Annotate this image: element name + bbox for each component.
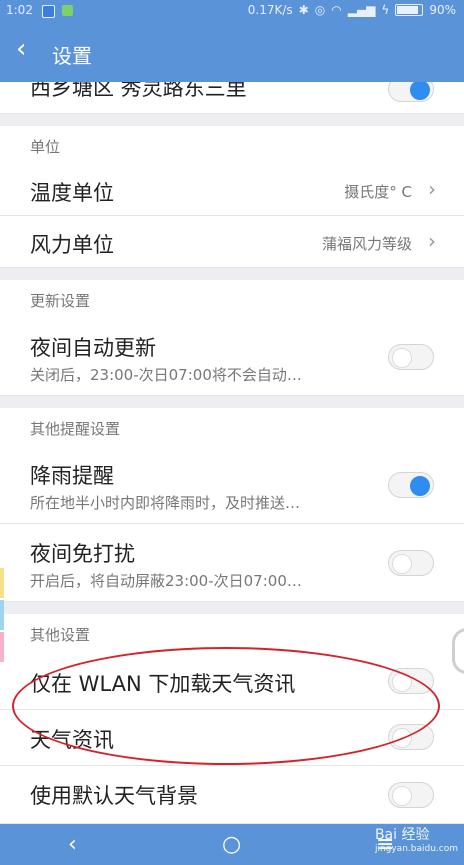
weather-news-toggle[interactable] [388,724,434,750]
rain-alert-toggle[interactable] [388,472,434,498]
weather-news-row[interactable]: 天气资讯 [0,710,464,766]
dnd-toggle[interactable] [388,550,434,576]
section-header-update: 更新设置 [0,280,464,318]
wind-unit-title: 风力单位 [30,233,114,257]
battery-icon [395,4,424,16]
chevron-right-icon: › [428,177,436,201]
rain-alert-subtitle: 所在地半小时内即将降雨时，及时推送… [30,494,301,512]
battery-percent: 90% [429,3,456,17]
watermark-url: jingyan.baidu.com [374,844,458,854]
default-bg-title: 使用默认天气背景 [30,784,198,808]
wind-unit-value: 蒲福风力等级 [321,235,412,253]
wlan-only-title: 仅在 WLAN 下加载天气资讯 [30,672,296,696]
wechat-icon [62,5,73,16]
night-update-toggle[interactable] [388,344,434,370]
bluetooth-icon: ✱ [298,3,309,17]
default-bg-toggle[interactable] [388,782,434,808]
charging-icon: ϟ [381,3,390,17]
section-header: 其他设置 [30,626,91,644]
dnd-row[interactable]: 夜间免打扰 开启后，将自动屏蔽23:00-次日07:00… [0,524,464,602]
nav-back-icon[interactable]: ‹ [68,832,77,857]
default-bg-row[interactable]: 使用默认天气背景 [0,766,464,824]
section-header: 其他提醒设置 [30,420,121,438]
notification-icon [42,5,55,18]
wlan-only-row[interactable]: 仅在 WLAN 下加载天气资讯 [0,652,464,710]
edge-tab [0,568,4,598]
alarm-icon: ◎ [314,3,326,17]
edge-tab [0,600,4,630]
wind-unit-row[interactable]: 风力单位 蒲福风力等级 › [0,216,464,268]
floating-ball-handle[interactable] [452,628,464,674]
location-toggle[interactable] [388,82,434,102]
weather-news-title: 天气资讯 [30,728,114,752]
rain-alert-row[interactable]: 降雨提醒 所在地半小时内即将降雨时，及时推送… [0,446,464,524]
status-time: 1:02 [6,3,33,17]
night-update-subtitle: 关闭后，23:00-次日07:00将不会自动… [30,366,302,384]
chevron-left-icon[interactable]: ‹ [16,36,26,62]
watermark-text: Bai 经验 [374,827,430,843]
wifi-icon: ◠ [331,3,342,17]
night-update-row[interactable]: 夜间自动更新 关闭后，23:00-次日07:00将不会自动… [0,318,464,396]
dnd-title: 夜间免打扰 [30,542,135,566]
edge-tab [0,632,4,662]
section-header-units: 单位 [0,126,464,164]
baidu-watermark: Bai 经验 jingyan.baidu.com [375,824,458,854]
status-bar: 1:02 0.17K/s ✱ ◎ ◠ ▂▄▆ ϟ 90% [0,0,464,22]
section-header: 单位 [30,138,61,156]
dnd-subtitle: 开启后，将自动屏蔽23:00-次日07:00… [30,572,302,590]
nav-home-icon[interactable]: ○ [222,832,241,857]
app-bar: ‹ 设置 [0,22,464,82]
section-header: 更新设置 [30,292,91,310]
settings-list[interactable]: 西乡塘区 秀灵路东三里 单位 温度单位 摄氏度° C › 风力单位 蒲福风力等级… [0,82,464,824]
night-update-title: 夜间自动更新 [30,336,156,360]
rain-alert-title: 降雨提醒 [30,464,114,488]
wlan-only-toggle[interactable] [388,668,434,694]
temperature-unit-row[interactable]: 温度单位 摄氏度° C › [0,164,464,216]
network-speed: 0.17K/s [247,3,293,17]
status-right: 0.17K/s ✱ ◎ ◠ ▂▄▆ ϟ 90% [248,3,456,17]
temperature-unit-title: 温度单位 [30,181,114,205]
section-header-alerts: 其他提醒设置 [0,408,464,446]
location-row[interactable]: 西乡塘区 秀灵路东三里 [0,82,464,114]
section-header-other: 其他设置 [0,614,464,652]
chevron-right-icon: › [428,229,436,253]
signal-icon: ▂▄▆ [347,3,376,17]
temperature-unit-value: 摄氏度° C [344,183,412,201]
page-title: 设置 [52,44,92,68]
location-title: 西乡塘区 秀灵路东三里 [30,82,247,100]
